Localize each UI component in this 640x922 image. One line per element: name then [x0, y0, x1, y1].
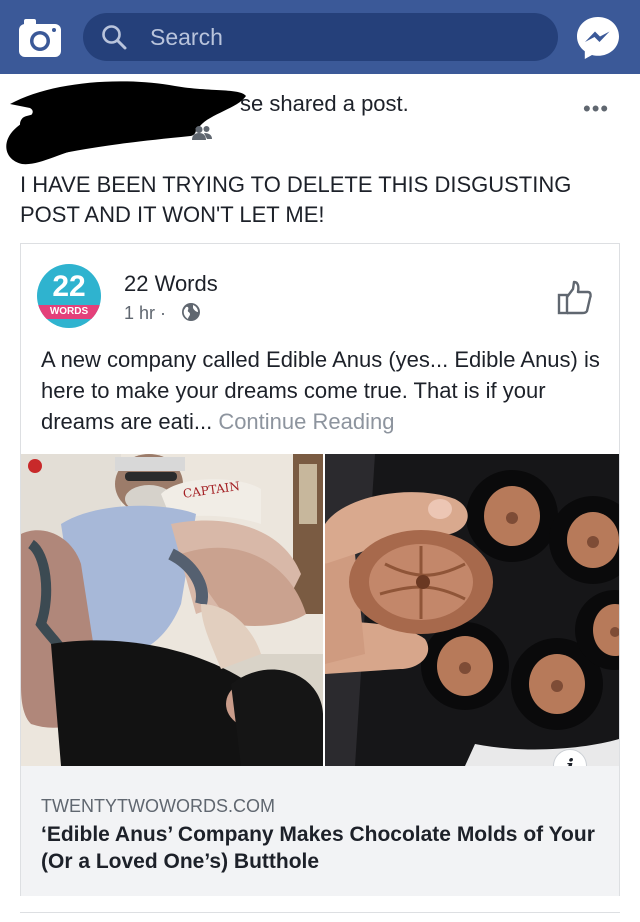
tattoo-photo[interactable]: CAPTAIN: [21, 454, 323, 766]
camera-icon[interactable]: [18, 18, 62, 58]
continue-reading-link[interactable]: Continue Reading: [218, 409, 394, 434]
shared-post-text: se shared a post.: [240, 91, 409, 116]
svg-text:CAPTAIN: CAPTAIN: [182, 479, 241, 501]
tattoo-photo-drawing: [21, 454, 323, 766]
search-placeholder: Search: [150, 24, 223, 50]
redacted-author-scribble: [6, 81, 247, 165]
avatar-word: WORDS: [49, 306, 89, 317]
link-title[interactable]: ‘Edible Anus’ Company Makes Chocolate Mo…: [41, 821, 606, 875]
messenger-icon[interactable]: [575, 15, 621, 61]
link-preview[interactable]: TWENTYTWOWORDS.COM ‘Edible Anus’ Company…: [21, 766, 619, 896]
search-input[interactable]: Search: [83, 13, 558, 61]
post-timestamp[interactable]: 1 hr ·: [124, 303, 166, 324]
friends-audience-icon: [192, 126, 212, 140]
like-icon[interactable]: [557, 280, 593, 316]
captain-sign: CAPTAIN: [182, 479, 241, 501]
page-avatar[interactable]: 22 WORDS: [37, 264, 101, 328]
chocolate-molds-drawing: [325, 454, 619, 766]
shared-post-body: A new company called Edible Anus (yes...…: [41, 344, 606, 437]
page-name-link[interactable]: 22 Words: [124, 271, 218, 297]
globe-icon: [182, 303, 200, 321]
chocolate-molds-photo[interactable]: [325, 454, 619, 766]
search-icon: [102, 25, 127, 50]
top-navigation-bar: Search: [0, 0, 640, 74]
link-domain: TWENTYTWOWORDS.COM: [41, 796, 275, 816]
shared-post-card[interactable]: 22 WORDS 22 Words 1 hr · A new company c…: [20, 243, 620, 896]
more-options-button[interactable]: •••: [583, 96, 609, 122]
avatar-number: 22: [52, 270, 86, 303]
divider: [20, 912, 620, 913]
post-message: I HAVE BEEN TRYING TO DELETE THIS DISGUS…: [20, 172, 572, 227]
